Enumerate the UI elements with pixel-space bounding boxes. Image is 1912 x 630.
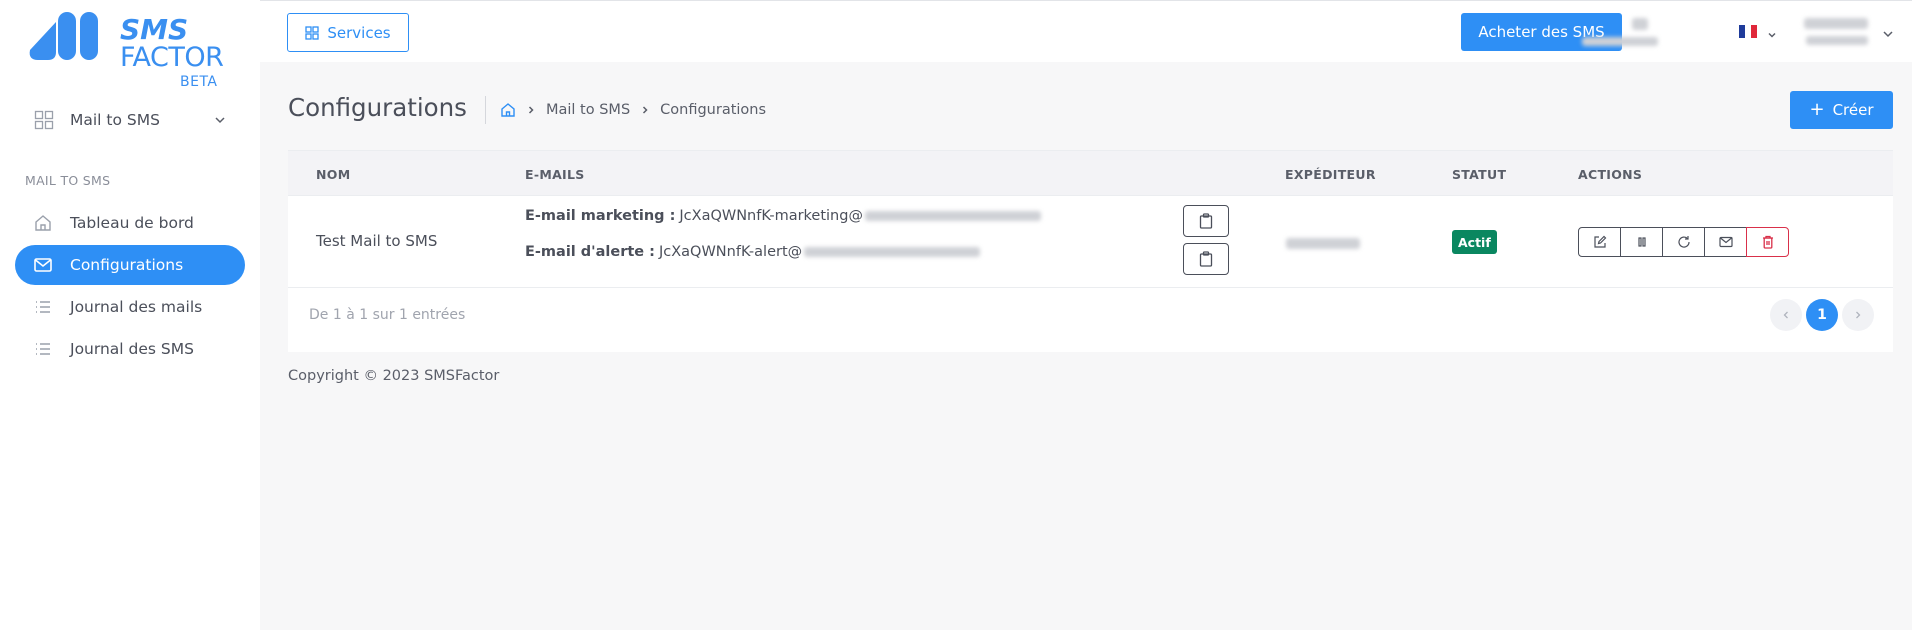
- blurred-text: [1582, 37, 1658, 46]
- trash-icon: [1762, 235, 1773, 249]
- configurations-table-card: NOM E-MAILS EXPÉDITEUR STATUT ACTIONS Te…: [288, 150, 1893, 352]
- logo-mark-icon: [29, 12, 98, 60]
- page-button-current[interactable]: 1: [1806, 299, 1838, 331]
- sidebar-item-configurations[interactable]: Configurations: [15, 245, 245, 285]
- email-alert-value: JcXaQWNnfK-alert@: [658, 244, 803, 260]
- language-flag-icon[interactable]: [1739, 25, 1757, 38]
- delete-button[interactable]: [1746, 227, 1789, 257]
- sidebar-section-label: MAIL TO SMS: [25, 173, 111, 188]
- create-button[interactable]: + Créer: [1790, 91, 1893, 129]
- column-header-statut: STATUT: [1452, 167, 1507, 182]
- chevron-down-icon[interactable]: [1767, 25, 1777, 44]
- send-test-mail-button[interactable]: [1704, 227, 1747, 257]
- column-header-nom: NOM: [316, 167, 351, 182]
- sidebar-item-tableau-de-bord[interactable]: Tableau de bord: [15, 203, 245, 243]
- services-label: Services: [327, 23, 391, 42]
- sidebar-item-label: Configurations: [70, 256, 184, 274]
- grid-icon: [305, 25, 320, 40]
- page-title: Configurations: [288, 93, 467, 122]
- sidebar-item-label: Tableau de bord: [70, 214, 194, 232]
- prev-page-button[interactable]: [1770, 299, 1802, 331]
- list-icon: [33, 339, 53, 359]
- chevron-left-icon: [1783, 311, 1788, 319]
- sidebar: SMS FACTOR BETA Mail to SMS MAIL TO SMS …: [0, 0, 260, 630]
- copy-marketing-email-button[interactable]: [1183, 205, 1229, 237]
- blurred-domain: [804, 247, 981, 257]
- email-marketing-value: JcXaQWNnfK-marketing@: [679, 208, 863, 224]
- home-icon[interactable]: [500, 102, 516, 118]
- row-actions: [1578, 227, 1789, 257]
- table-row: Test Mail to SMS E-mail marketing : JcXa…: [288, 196, 1893, 288]
- clipboard-icon: [1199, 213, 1213, 229]
- table-header: NOM E-MAILS EXPÉDITEUR STATUT ACTIONS: [288, 150, 1893, 196]
- pause-button[interactable]: [1620, 227, 1663, 257]
- refresh-button[interactable]: [1662, 227, 1705, 257]
- column-header-expediteur: EXPÉDITEUR: [1285, 167, 1376, 182]
- logo-line1: SMS: [120, 13, 189, 46]
- logo-wordmark: SMS FACTOR: [120, 13, 224, 73]
- breadcrumb: Mail to SMS Configurations: [485, 96, 766, 124]
- pagination: 1: [1766, 299, 1874, 331]
- copyright: Copyright © 2023 SMSFactor: [288, 368, 500, 384]
- edit-icon: [1593, 235, 1606, 248]
- chevron-right-icon: [526, 105, 536, 115]
- create-label: Créer: [1832, 101, 1874, 119]
- chevron-right-icon: [1856, 311, 1861, 319]
- product-selector-label: Mail to SMS: [70, 111, 160, 129]
- breadcrumb-current: Configurations: [660, 102, 767, 118]
- logo-beta-badge: BETA: [180, 74, 218, 90]
- blurred-domain: [864, 211, 1041, 221]
- grid-icon: [34, 110, 54, 130]
- sidebar-item-label: Journal des SMS: [70, 340, 194, 358]
- chevron-right-icon: [640, 105, 650, 115]
- edit-button[interactable]: [1578, 227, 1621, 257]
- sidebar-item-journal-des-mails[interactable]: Journal des mails: [15, 287, 245, 327]
- next-page-button[interactable]: [1842, 299, 1874, 331]
- config-name: Test Mail to SMS: [316, 232, 438, 250]
- blurred-text: [1806, 36, 1868, 45]
- sidebar-nav: Tableau de bord Configurations Journal d…: [15, 203, 245, 371]
- blurred-text: [1632, 18, 1648, 30]
- list-icon: [33, 297, 53, 317]
- plus-icon: +: [1809, 99, 1825, 120]
- logo-line2: FACTOR: [120, 42, 224, 73]
- smsfactor-logo[interactable]: SMS FACTOR BETA: [26, 12, 226, 92]
- status-badge: Actif: [1452, 230, 1497, 254]
- chevron-down-icon: [1882, 25, 1894, 44]
- breadcrumb-item[interactable]: Mail to SMS: [546, 102, 630, 118]
- mail-icon: [1718, 236, 1733, 248]
- pause-icon: [1637, 237, 1646, 247]
- copy-alert-email-button[interactable]: [1183, 243, 1229, 275]
- email-marketing-label: E-mail marketing :: [525, 208, 676, 224]
- clipboard-icon: [1199, 251, 1213, 267]
- email-alert: E-mail d'alerte : JcXaQWNnfK-alert@: [525, 244, 981, 260]
- home-icon: [33, 213, 53, 233]
- sidebar-item-journal-des-sms[interactable]: Journal des SMS: [15, 329, 245, 369]
- email-alert-label: E-mail d'alerte :: [525, 244, 655, 260]
- product-selector[interactable]: Mail to SMS: [34, 106, 234, 134]
- refresh-icon: [1677, 236, 1690, 248]
- services-button[interactable]: Services: [287, 13, 409, 52]
- chevron-down-icon: [214, 112, 226, 130]
- blurred-text: [1804, 18, 1868, 29]
- email-marketing: E-mail marketing : JcXaQWNnfK-marketing@: [525, 208, 1041, 224]
- entries-info: De 1 à 1 sur 1 entrées: [309, 307, 466, 323]
- column-header-actions: ACTIONS: [1578, 167, 1643, 182]
- topbar: Services Acheter des SMS: [260, 0, 1912, 62]
- column-header-emails: E-MAILS: [525, 167, 585, 182]
- sidebar-item-label: Journal des mails: [70, 298, 203, 316]
- mail-icon: [33, 255, 53, 275]
- blurred-sender: [1286, 238, 1360, 249]
